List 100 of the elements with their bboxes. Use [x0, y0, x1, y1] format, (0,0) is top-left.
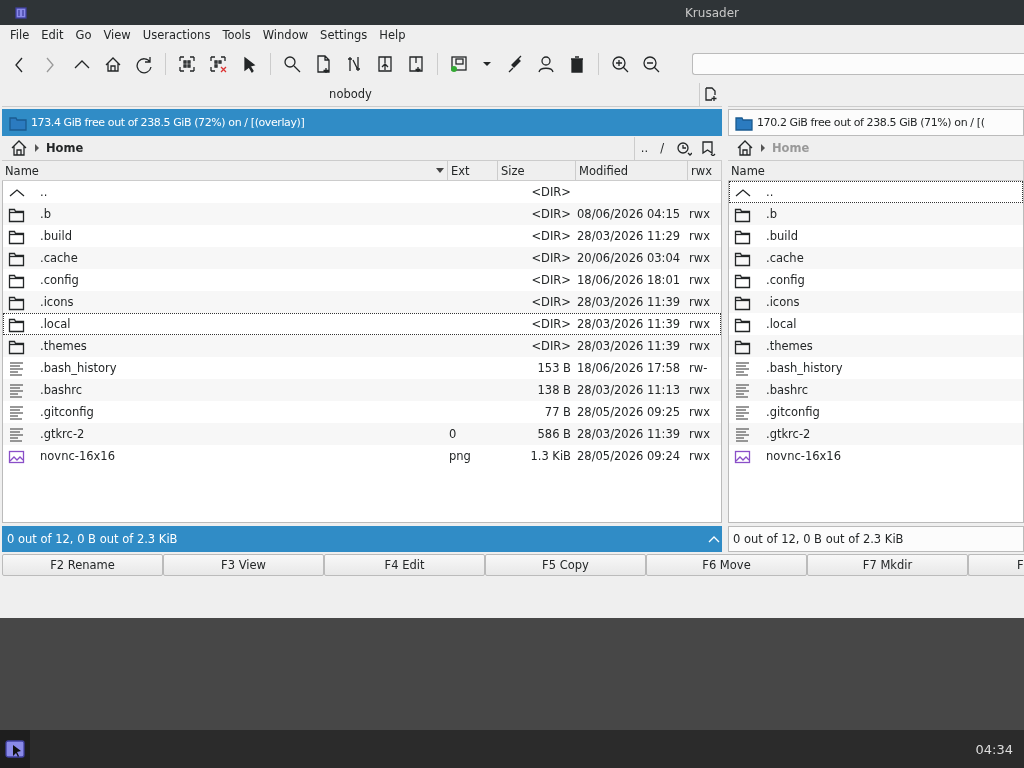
- home-icon[interactable]: [10, 139, 28, 157]
- function-key-button[interactable]: F5 Copy: [485, 554, 646, 576]
- function-key-button[interactable]: F7 Mkdir: [807, 554, 968, 576]
- file-name: .b: [765, 207, 778, 221]
- file-size: <DIR>: [530, 317, 572, 331]
- file-perms: rwx: [688, 251, 711, 265]
- file-modified: 20/06/2026 03:04: [576, 251, 682, 265]
- file-row[interactable]: .config <DIR> 18/06/2026 18:01 rwx: [3, 269, 721, 291]
- file-row[interactable]: .build: [729, 225, 1023, 247]
- location-field[interactable]: [692, 52, 1024, 75]
- column-header[interactable]: Name: [2, 161, 448, 180]
- breadcrumb-arrow-icon: [34, 143, 40, 153]
- status-text: 0 out of 12, 0 B out of 2.3 KiB: [7, 532, 178, 546]
- taskbar-app-button[interactable]: [0, 730, 30, 768]
- column-header[interactable]: Modified: [576, 161, 688, 180]
- function-key-button[interactable]: F2 Rename: [2, 554, 163, 576]
- user-icon[interactable]: [536, 53, 556, 74]
- file-row[interactable]: .cache <DIR> 20/06/2026 03:04 rwx: [3, 247, 721, 269]
- column-header[interactable]: Ext: [448, 161, 498, 180]
- unpack-icon[interactable]: [406, 53, 426, 74]
- history-icon[interactable]: [676, 140, 692, 156]
- file-perms: rwx: [688, 449, 711, 463]
- zoom-out-icon[interactable]: [641, 53, 661, 74]
- file-name: .gitconfig: [39, 405, 95, 419]
- column-header[interactable]: Size: [498, 161, 576, 180]
- file-perms: rwx: [688, 427, 711, 441]
- file-row[interactable]: .gitconfig 77 B 28/05/2026 09:25 rwx: [3, 401, 721, 423]
- file-size: <DIR>: [530, 273, 572, 287]
- breadcrumb-item[interactable]: Home: [46, 141, 84, 155]
- file-size: <DIR>: [530, 207, 572, 221]
- file-row[interactable]: .local: [729, 313, 1023, 335]
- pack-icon[interactable]: [375, 53, 395, 74]
- menu-item[interactable]: Help: [373, 28, 412, 42]
- file-modified: 28/05/2026 09:24: [576, 449, 682, 463]
- file-row[interactable]: .icons <DIR> 28/03/2026 11:39 rwx: [3, 291, 721, 313]
- breadcrumb-arrow-icon: [760, 143, 766, 153]
- file-row[interactable]: novnc-16x16: [729, 445, 1023, 467]
- file-perms: rwx: [688, 383, 711, 397]
- nav-button[interactable]: ..: [640, 141, 649, 155]
- file-row[interactable]: .cache: [729, 247, 1023, 269]
- free-space-bar[interactable]: 173.4 GiB free out of 238.5 GiB (72%) on / [(overlay)]: [2, 109, 722, 136]
- menu-item[interactable]: Useractions: [136, 28, 217, 42]
- menu-item[interactable]: File: [4, 28, 36, 42]
- file-row[interactable]: .bashrc 138 B 28/03/2026 11:13 rwx: [3, 379, 721, 401]
- menu-item[interactable]: View: [97, 28, 137, 42]
- function-key-button[interactable]: F6 Move: [646, 554, 807, 576]
- folder-icon: [735, 114, 753, 131]
- menu-item[interactable]: Edit: [35, 28, 70, 42]
- file-row[interactable]: .b <DIR> 08/06/2026 04:15 rwx: [3, 203, 721, 225]
- nav-button[interactable]: /: [660, 141, 664, 155]
- text-file-icon: [734, 425, 751, 443]
- menu-item[interactable]: Go: [69, 28, 98, 42]
- home-icon[interactable]: [736, 139, 754, 157]
- file-modified: 18/06/2026 18:01: [576, 273, 682, 287]
- unselect-icon[interactable]: [208, 53, 228, 74]
- file-row[interactable]: .bashrc: [729, 379, 1023, 401]
- column-header[interactable]: Name: [728, 161, 1024, 180]
- status-text: 0 out of 12, 0 B out of 2.3 KiB: [733, 532, 904, 546]
- menu-item[interactable]: Tools: [216, 28, 257, 42]
- collapse-icon[interactable]: [707, 534, 721, 544]
- file-row[interactable]: .themes: [729, 335, 1023, 357]
- menu-item[interactable]: Window: [256, 28, 315, 42]
- function-key-button[interactable]: F: [968, 554, 1024, 576]
- file-size: 138 B: [536, 383, 572, 397]
- file-name: .icons: [765, 295, 801, 309]
- file-row[interactable]: .config: [729, 269, 1023, 291]
- file-row[interactable]: .. <DIR>: [3, 181, 721, 203]
- column-header[interactable]: rwx: [688, 161, 722, 180]
- bookmark-icon[interactable]: [700, 140, 716, 156]
- file-row[interactable]: .build <DIR> 28/03/2026 11:29 rwx: [3, 225, 721, 247]
- zoom-in-icon[interactable]: [610, 53, 630, 74]
- file-row[interactable]: .themes <DIR> 28/03/2026 11:39 rwx: [3, 335, 721, 357]
- function-key-button[interactable]: F4 Edit: [324, 554, 485, 576]
- free-space-bar[interactable]: 170.2 GiB free out of 238.5 GiB (71%) on / [(: [728, 109, 1024, 136]
- file-ext: 0: [448, 427, 458, 441]
- clock: 04:34: [975, 741, 1014, 757]
- file-row[interactable]: .b: [729, 203, 1023, 225]
- new-tab-icon[interactable]: [704, 87, 718, 101]
- file-modified: 28/03/2026 11:39: [576, 427, 682, 441]
- text-file-icon: [8, 425, 25, 443]
- file-row[interactable]: .icons: [729, 291, 1023, 313]
- text-file-icon: [8, 381, 25, 399]
- window-title: Krusader: [685, 5, 739, 20]
- file-row[interactable]: .gtkrc-2 0 586 B 28/03/2026 11:39 rwx: [3, 423, 721, 445]
- folder-icon: [9, 114, 27, 131]
- search-icon[interactable]: [282, 53, 302, 74]
- select-icon[interactable]: [177, 53, 197, 74]
- function-key-button[interactable]: F3 View: [163, 554, 324, 576]
- file-modified: 28/05/2026 09:25: [576, 405, 682, 419]
- file-row[interactable]: .gtkrc-2: [729, 423, 1023, 445]
- file-row[interactable]: novnc-16x16 png 1.3 KiB 28/05/2026 09:24 rwx: [3, 445, 721, 467]
- file-row[interactable]: .bash_history: [729, 357, 1023, 379]
- file-perms: rwx: [688, 405, 711, 419]
- file-row[interactable]: .gitconfig: [729, 401, 1023, 423]
- file-modified: 28/03/2026 11:13: [576, 383, 682, 397]
- file-size: <DIR>: [530, 251, 572, 265]
- file-name: .gtkrc-2: [765, 427, 812, 441]
- menu-item[interactable]: Settings: [314, 28, 374, 42]
- file-name: .config: [39, 273, 80, 287]
- file-row[interactable]: .bash_history 153 B 18/06/2026 17:58 rw-: [3, 357, 721, 379]
